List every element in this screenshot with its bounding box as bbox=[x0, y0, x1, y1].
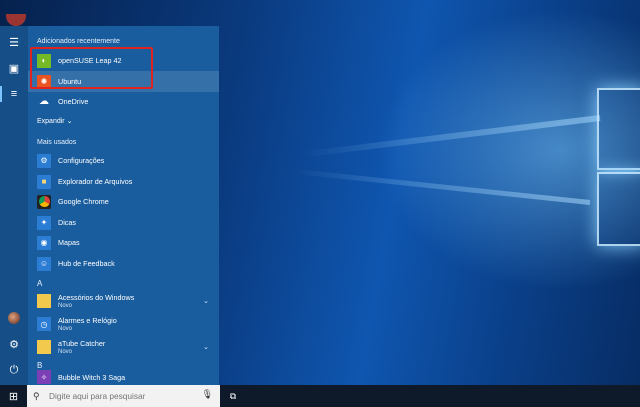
all-apps-list-icon[interactable]: ≡ bbox=[0, 83, 28, 105]
hamburger-menu-icon[interactable]: ☰ bbox=[0, 31, 28, 53]
windows-logo-pane bbox=[597, 88, 640, 170]
power-icon[interactable]: ⏻ bbox=[0, 359, 28, 381]
app-item-windows-accessories[interactable]: Acessórios do Windows Novo ⌄ bbox=[28, 289, 219, 313]
tiles-icon[interactable]: ▣ bbox=[0, 57, 28, 79]
app-label: OneDrive bbox=[58, 97, 89, 106]
new-badge: Novo bbox=[58, 326, 73, 332]
app-item-atube-catcher[interactable]: aTube Catcher Novo ⌄ bbox=[28, 335, 219, 359]
new-badge: Novo bbox=[58, 303, 73, 309]
app-label: Google Chrome bbox=[58, 197, 109, 206]
section-header-recent: Adicionados recentemente bbox=[37, 38, 120, 45]
microphone-icon[interactable]: 🎙 bbox=[202, 389, 213, 400]
feedback-icon: ☺ bbox=[37, 256, 51, 271]
chevron-down-icon: ⌄ bbox=[203, 344, 209, 351]
app-label: Bubble Witch 3 Saga bbox=[58, 372, 126, 382]
app-item-bubble-witch[interactable]: ✧ Bubble Witch 3 Saga bbox=[28, 369, 219, 385]
app-item-maps[interactable]: ◉ Mapas bbox=[28, 232, 219, 253]
light-beam bbox=[301, 115, 601, 158]
app-label: Alarmes e Relógio bbox=[58, 316, 117, 325]
folder-icon bbox=[37, 340, 51, 354]
app-label: Explorador de Arquivos bbox=[58, 177, 133, 186]
app-label-group: Acessórios do Windows Novo bbox=[58, 293, 134, 309]
expand-button[interactable]: Expandir ⌄ bbox=[37, 117, 72, 125]
map-icon: ◉ bbox=[37, 235, 51, 250]
task-view-icon[interactable]: ⧉ bbox=[226, 389, 240, 403]
highlight-box bbox=[30, 47, 153, 89]
folder-icon: ■ bbox=[37, 174, 51, 189]
app-item-file-explorer[interactable]: ■ Explorador de Arquivos bbox=[28, 171, 219, 192]
app-item-feedback-hub[interactable]: ☺ Hub de Feedback bbox=[28, 253, 219, 274]
start-menu-rail: ☰ ▣ ≡ ⚙ ⏻ bbox=[0, 26, 28, 385]
app-label-group: Alarmes e Relógio Novo bbox=[58, 316, 117, 332]
app-label: Mapas bbox=[58, 238, 80, 247]
app-item-alarms-clock[interactable]: ◷ Alarmes e Relógio Novo bbox=[28, 312, 219, 336]
section-header-most-used: Mais usados bbox=[37, 139, 77, 146]
onedrive-icon: ☁ bbox=[39, 96, 49, 107]
taskbar: ⊞ ⚲ 🎙 ⧉ bbox=[0, 385, 640, 407]
light-beam bbox=[291, 168, 591, 205]
app-item-tips[interactable]: ✦ Dicas bbox=[28, 212, 219, 233]
lightbulb-icon: ✦ bbox=[37, 215, 51, 230]
chrome-icon bbox=[37, 194, 51, 209]
chevron-down-icon: ⌄ bbox=[66, 118, 73, 125]
section-header-a[interactable]: A bbox=[37, 279, 42, 288]
search-icon: ⚲ bbox=[33, 390, 40, 401]
folder-icon bbox=[37, 294, 51, 308]
app-label: aTube Catcher bbox=[58, 339, 106, 348]
app-item-chrome[interactable]: Google Chrome bbox=[28, 191, 219, 212]
app-label: Dicas bbox=[58, 218, 76, 227]
chevron-down-icon: ⌄ bbox=[203, 298, 209, 305]
game-icon: ✧ bbox=[37, 370, 51, 384]
settings-gear-icon[interactable]: ⚙ bbox=[0, 333, 28, 355]
app-label: Acessórios do Windows bbox=[58, 293, 135, 302]
app-item-settings[interactable]: ⚙ Configurações bbox=[28, 150, 219, 171]
expand-label: Expandir bbox=[37, 118, 65, 125]
gear-icon: ⚙ bbox=[37, 153, 51, 168]
search-box[interactable]: ⚲ 🎙 bbox=[27, 385, 220, 407]
search-input[interactable] bbox=[49, 391, 199, 401]
app-label: Configurações bbox=[58, 156, 105, 165]
app-item-onedrive[interactable]: ☁ OneDrive bbox=[28, 91, 219, 112]
app-label-group: aTube Catcher Novo bbox=[58, 339, 105, 355]
clock-icon: ◷ bbox=[37, 317, 51, 331]
windows-logo-pane bbox=[597, 172, 640, 246]
app-label: Hub de Feedback bbox=[58, 259, 115, 268]
new-badge: Novo bbox=[58, 349, 73, 355]
user-avatar[interactable] bbox=[0, 307, 28, 329]
windows-start-icon[interactable]: ⊞ bbox=[0, 385, 27, 407]
